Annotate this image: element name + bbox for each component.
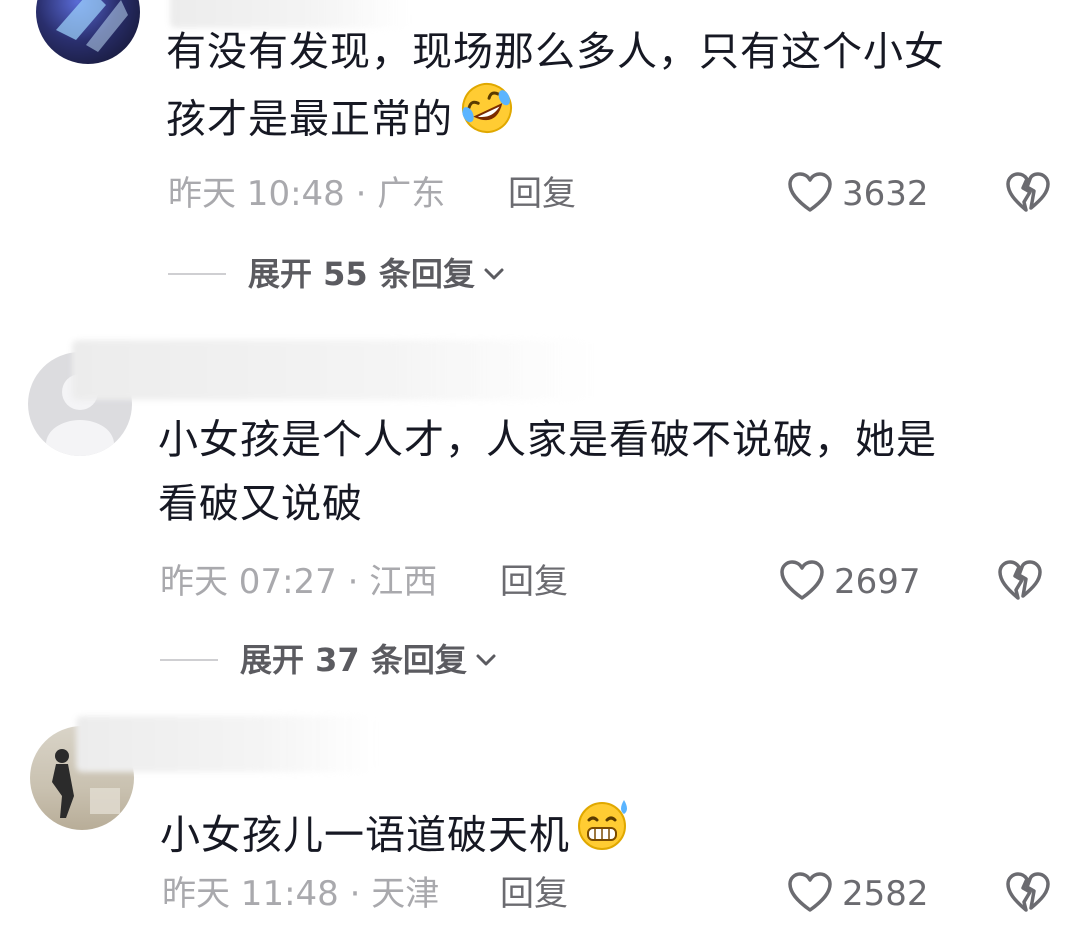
like-button[interactable]: 2582	[786, 870, 929, 918]
comment-meta: 昨天 11:48 · 天津	[162, 874, 440, 914]
like-count: 2697	[834, 562, 921, 602]
sweat-grin-emoji	[574, 796, 634, 871]
reply-button[interactable]: 回复	[500, 562, 568, 602]
broken-heart-icon	[998, 560, 1042, 600]
like-button[interactable]: 3632	[786, 170, 929, 218]
like-count: 2582	[842, 874, 929, 914]
comment-item: 有没有发现，现场那么多人，只有这个小女 孩才是最正常的 昨天 10:48 · 广	[0, 0, 1080, 330]
broken-heart-icon	[1006, 872, 1050, 912]
chevron-down-icon	[484, 268, 504, 280]
comment-item: 小女孩儿一语道破天机 昨天 11:48 · 天津 回复 2582	[0, 710, 1080, 950]
comment-text-line: 小女孩是个人才，人家是看破不说破，她是	[158, 417, 937, 463]
avatar[interactable]	[36, 0, 140, 64]
heart-outline-icon	[778, 558, 826, 606]
divider	[160, 659, 218, 661]
comment-text: 小女孩是个人才，人家是看破不说破，她是 看破又说破	[158, 408, 937, 536]
chevron-down-icon	[476, 654, 496, 666]
comment-text: 小女孩儿一语道破天机	[160, 800, 634, 875]
rolling-laughing-emoji	[457, 80, 517, 155]
reply-button[interactable]: 回复	[508, 174, 576, 214]
broken-heart-icon	[1006, 172, 1050, 212]
expand-replies-label: 展开 55 条回复	[248, 255, 475, 293]
comment-text-line: 孩才是最正常的	[166, 96, 453, 143]
heart-outline-icon	[786, 870, 834, 918]
comment-item: 小女孩是个人才，人家是看破不说破，她是 看破又说破 昨天 07:27 · 江西 …	[0, 330, 1080, 710]
like-count: 3632	[842, 174, 929, 214]
username-blurred[interactable]	[72, 340, 592, 400]
dislike-button[interactable]	[996, 558, 1044, 606]
divider	[168, 273, 226, 275]
comment-meta: 昨天 07:27 · 江西	[160, 562, 438, 602]
comment-text-line: 看破又说破	[158, 481, 363, 527]
expand-replies[interactable]: 展开 37 条回复	[160, 640, 499, 680]
dislike-button[interactable]	[1004, 170, 1052, 218]
expand-replies-label: 展开 37 条回复	[240, 641, 467, 679]
comment-text-line: 有没有发现，现场那么多人，只有这个小女	[166, 29, 945, 75]
expand-replies[interactable]: 展开 55 条回复	[168, 254, 507, 294]
like-button[interactable]: 2697	[778, 558, 921, 606]
heart-outline-icon	[786, 170, 834, 218]
reply-button[interactable]: 回复	[500, 874, 568, 914]
comment-text-line: 小女孩儿一语道破天机	[160, 812, 570, 859]
comment-meta: 昨天 10:48 · 广东	[168, 174, 446, 214]
username-blurred[interactable]	[76, 716, 376, 772]
comment-text: 有没有发现，现场那么多人，只有这个小女 孩才是最正常的	[166, 20, 945, 159]
dislike-button[interactable]	[1004, 870, 1052, 918]
